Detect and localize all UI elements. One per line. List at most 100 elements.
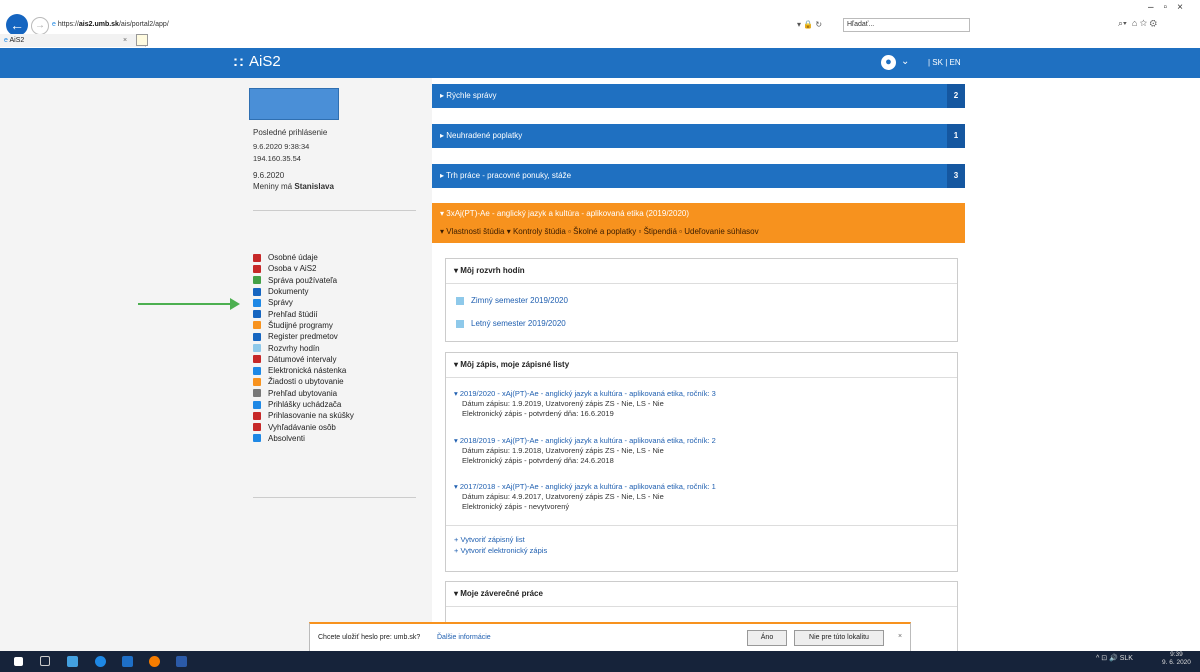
sidebar-item-label: Rozvrhy hodín	[268, 343, 320, 353]
tab-close-icon[interactable]: ×	[123, 34, 127, 47]
ie-taskbar-icon[interactable]	[95, 656, 106, 667]
yes-button[interactable]: Áno	[747, 630, 787, 646]
sidebar-item-label: Správa používateľa	[268, 275, 338, 285]
study-title[interactable]: ▾ 3xAj(PT)-Ae - anglický jazyk a kultúra…	[440, 209, 689, 218]
sidebar-item[interactable]: Prehľad ubytovania	[253, 388, 433, 399]
sidebar-item[interactable]: Študijné programy	[253, 320, 433, 331]
enrollment-entry: ▾ 2018/2019 - xAj(PT)-Ae - anglický jazy…	[454, 436, 716, 466]
enrollment-entry-link[interactable]: ▾ 2018/2019 - xAj(PT)-Ae - anglický jazy…	[454, 436, 716, 446]
enrollment-electronic: Elektronický zápis - nevytvorený	[462, 502, 570, 511]
create-electronic-link[interactable]: + Vytvoriť elektronický zápis	[454, 546, 547, 556]
ie-page-icon: e	[52, 21, 56, 28]
browser-tab[interactable]: e AiS2 ×	[0, 34, 146, 47]
tab-title: AiS2	[9, 37, 25, 44]
sidebar-item[interactable]: Prihlášky uchádzača	[253, 399, 433, 410]
sidebar-item[interactable]: Osobné údaje	[253, 252, 433, 263]
schedule-card: ▾ Môj rozvrh hodín Zimný semester 2019/2…	[445, 258, 958, 342]
clock[interactable]: 9:39 9. 6. 2020	[1162, 651, 1191, 667]
not-for-this-site-button[interactable]: Nie pre túto lokalitu	[794, 630, 884, 646]
sidebar-item[interactable]: Žiadosti o ubytovanie	[253, 376, 433, 387]
card-divider	[446, 525, 957, 526]
enrollment-card: ▾ Môj zápis, moje zápisné listy ▾ 2019/2…	[445, 352, 958, 572]
create-sheet-link[interactable]: + Vytvoriť zápisný list	[454, 535, 525, 545]
enrollment-electronic: Elektronický zápis - potvrdený dňa: 24.6…	[462, 456, 614, 465]
tab-ie-icon: e	[4, 37, 8, 44]
word-icon[interactable]	[176, 656, 187, 667]
sidebar-item[interactable]: Správy	[253, 297, 433, 308]
clock-time: 9:39	[1170, 651, 1183, 658]
back-button[interactable]: ←	[6, 14, 28, 36]
url-path: /ais/portal2/app/	[118, 21, 169, 28]
clock-date: 9. 6. 2020	[1162, 659, 1191, 666]
bar-label: ▸ Rýchle správy	[440, 91, 497, 100]
sidebar-item-label: Prihlášky uchádzača	[268, 400, 342, 409]
url-host: ais2.umb.sk	[78, 21, 119, 28]
quick-messages-bar[interactable]: ▸ Rýchle správy 2	[432, 84, 965, 108]
browser-search-input[interactable]: Hľadať...	[843, 18, 970, 32]
sidebar-item[interactable]: Vyhľadávanie osôb	[253, 421, 433, 432]
theses-title[interactable]: ▾ Moje záverečné práce	[446, 582, 957, 607]
message-icon	[253, 298, 261, 307]
winter-semester-link[interactable]: Zimný semester 2019/2020	[456, 296, 568, 305]
study-links[interactable]: ▾ Vlastnosti štúdia ▾ Kontroly štúdia ▫ …	[440, 227, 759, 236]
new-tab-button[interactable]	[136, 34, 148, 46]
forward-button[interactable]: →	[31, 17, 49, 35]
graduate-icon	[253, 434, 261, 443]
sidebar-item-label: Prehľad ubytovania	[268, 388, 338, 398]
schedule-title[interactable]: ▾ Môj rozvrh hodín	[446, 259, 957, 284]
window-controls[interactable]: –▫×	[1148, 2, 1193, 13]
calendar-icon	[456, 296, 464, 305]
annotation-arrow	[138, 303, 234, 305]
summer-semester-link[interactable]: Letný semester 2019/2020	[456, 319, 566, 328]
enrollment-date: Dátum zápisu: 1.9.2018, Uzatvorený zápis…	[462, 446, 664, 455]
windows-start-icon[interactable]	[14, 657, 23, 666]
enrollment-date: Dátum zápisu: 4.9.2017, Uzatvorený zápis…	[462, 492, 664, 501]
task-view-icon[interactable]	[40, 656, 50, 666]
sidebar-item[interactable]: Osoba v AiS2	[253, 263, 433, 274]
app-header	[0, 48, 1200, 78]
document-icon	[253, 287, 261, 296]
unpaid-fees-bar[interactable]: ▸ Neuhradené poplatky 1	[432, 124, 965, 148]
address-bar[interactable]: e https://ais2.umb.sk/ais/portal2/app/	[52, 18, 832, 32]
save-password-question: Chcete uložiť heslo pre: umb.sk?	[318, 634, 421, 641]
language-switch[interactable]: | SK | EN	[928, 58, 961, 67]
sidebar-item[interactable]: Absolventi	[253, 433, 433, 444]
sidebar-item[interactable]: Prehľad štúdií	[253, 308, 433, 319]
sidebar-item-label: Žiadosti o ubytovanie	[268, 377, 344, 387]
sidebar-item[interactable]: Register predmetov	[253, 331, 433, 342]
logo-dots-icon: ::	[233, 53, 245, 70]
firefox-icon[interactable]	[149, 656, 160, 667]
sidebar-item-label: Osobné údaje	[268, 253, 318, 263]
enrollment-entry-link[interactable]: ▾ 2017/2018 - xAj(PT)-Ae - anglický jazy…	[454, 482, 716, 492]
user-icon[interactable]: ●	[881, 55, 896, 70]
enrollment-entry-link[interactable]: ▾ 2019/2020 - xAj(PT)-Ae - anglický jazy…	[454, 389, 716, 399]
annotation-arrow-head	[230, 298, 240, 310]
ais2-logo[interactable]: :: AiS2	[233, 53, 281, 70]
chevron-down-icon[interactable]: ⌄	[901, 56, 909, 67]
file-explorer-icon[interactable]	[67, 656, 78, 667]
sidebar-item[interactable]: Elektronická nástenka	[253, 365, 433, 376]
sidebar-item[interactable]: Dokumenty	[253, 286, 433, 297]
sidebar-item[interactable]: Rozvrhy hodín	[253, 342, 433, 353]
sidebar-item[interactable]: Dátumové intervaly	[253, 354, 433, 365]
nameday-name: Stanislava	[294, 182, 334, 191]
home-star-gear-icons[interactable]: ⌕▾ ⌂ ☆ ⚙	[1118, 18, 1157, 29]
sidebar-item-label: Správy	[268, 298, 293, 308]
users-icon	[253, 276, 261, 285]
job-market-bar[interactable]: ▸ Trh práce - pracovné ponuky, stáže 3	[432, 164, 965, 188]
semester-label: Letný semester 2019/2020	[471, 319, 566, 328]
close-icon[interactable]: ×	[898, 633, 902, 640]
enrollment-title[interactable]: ▾ Môj zápis, moje zápisné listy	[446, 353, 957, 378]
sidebar-item[interactable]: Správa používateľa	[253, 275, 433, 286]
sidebar-item[interactable]: Prihlasovanie na skúšky	[253, 410, 433, 421]
more-info-link[interactable]: Ďalšie informácie	[437, 634, 491, 641]
enrollment-electronic: Elektronický zápis - potvrdený dňa: 16.6…	[462, 409, 614, 418]
enrollment-date: Dátum zápisu: 1.9.2019, Uzatvorený zápis…	[462, 399, 664, 408]
sidebar-item-label: Vyhľadávanie osôb	[268, 422, 336, 432]
system-tray[interactable]: ^ ⊡ 🔊 SLK	[1096, 654, 1133, 662]
nameday-prefix: Meniny má	[253, 182, 295, 191]
nameday: Meniny má Stanislava	[253, 182, 334, 191]
outlook-icon[interactable]	[122, 656, 133, 667]
lock-refresh-icons[interactable]: ▾ 🔒 ↻	[797, 18, 822, 32]
enrollment-entry: ▾ 2017/2018 - xAj(PT)-Ae - anglický jazy…	[454, 482, 716, 512]
